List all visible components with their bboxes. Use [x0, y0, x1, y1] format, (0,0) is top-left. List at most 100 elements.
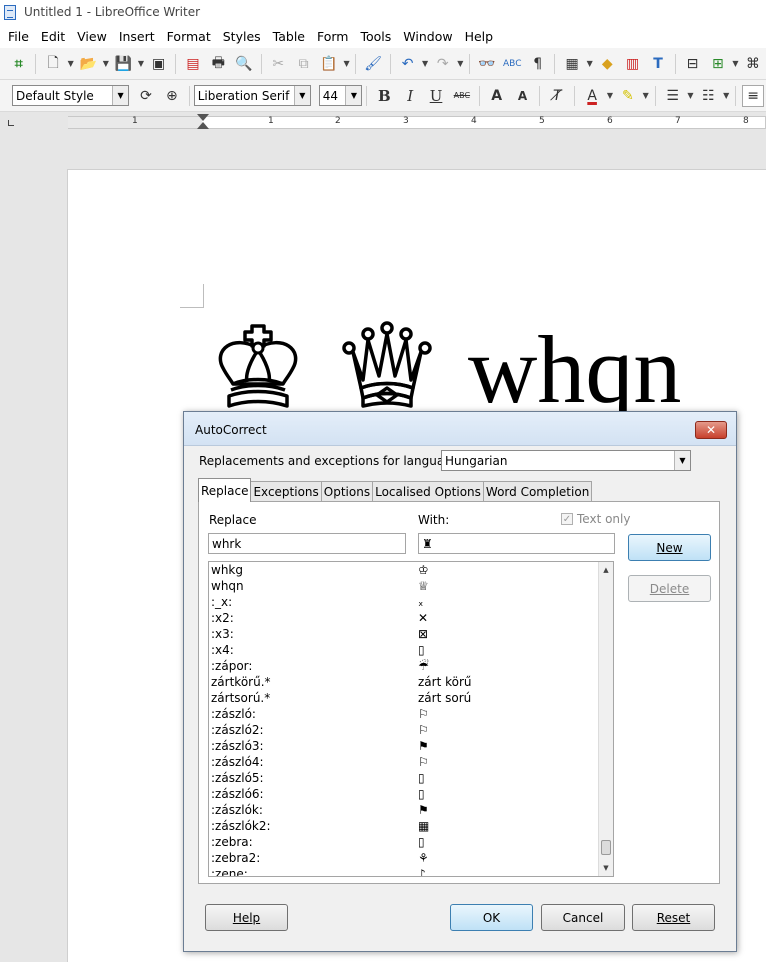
- list-item[interactable]: :x3: ⊠: [209, 626, 599, 642]
- list-item[interactable]: :zene: ♪: [209, 866, 599, 876]
- chevron-down-icon[interactable]: ▼: [345, 86, 362, 105]
- list-item[interactable]: :zászló4: ⚐: [209, 754, 599, 770]
- print-preview-icon[interactable]: 🔍: [233, 53, 254, 75]
- bold-button[interactable]: B: [373, 85, 395, 107]
- list-item[interactable]: zártkörű.* zárt körű: [209, 674, 599, 690]
- save-dropdown-icon[interactable]: ▼: [136, 53, 146, 75]
- open-folder-icon[interactable]: 📂: [78, 53, 99, 75]
- menu-file[interactable]: File: [2, 29, 35, 44]
- ok-button[interactable]: OK: [450, 904, 533, 931]
- tab-options[interactable]: Options: [320, 481, 374, 502]
- menu-help[interactable]: Help: [459, 29, 500, 44]
- save-icon[interactable]: 💾: [113, 53, 134, 75]
- menu-tools[interactable]: Tools: [354, 29, 397, 44]
- insert-field-icon[interactable]: ⊞: [707, 53, 728, 75]
- font-color-dropdown-icon[interactable]: ▼: [605, 85, 615, 107]
- export-pdf-icon[interactable]: ▤: [182, 53, 203, 75]
- spelling-icon[interactable]: ABC: [502, 53, 523, 75]
- menu-insert[interactable]: Insert: [113, 29, 161, 44]
- new-dropdown-icon[interactable]: ▼: [66, 53, 76, 75]
- tab-stop-icon[interactable]: [8, 120, 14, 126]
- list-item[interactable]: :zászló6: ▯: [209, 786, 599, 802]
- menu-view[interactable]: View: [71, 29, 113, 44]
- increase-font-icon[interactable]: A: [486, 85, 508, 107]
- list-item[interactable]: :x4: ▯: [209, 642, 599, 658]
- list-item[interactable]: whkg ♔: [209, 562, 599, 578]
- first-line-indent-marker[interactable]: [197, 114, 209, 121]
- paste-icon[interactable]: 📋: [318, 53, 339, 75]
- field-dropdown-icon[interactable]: ▼: [731, 53, 741, 75]
- template-icon[interactable]: ▣: [148, 53, 169, 75]
- scroll-up-icon[interactable]: ▲: [599, 562, 613, 578]
- font-color-icon[interactable]: A: [581, 85, 603, 107]
- list-item[interactable]: whqn ♕: [209, 578, 599, 594]
- update-style-icon[interactable]: ⟳: [135, 85, 157, 107]
- menu-table[interactable]: Table: [267, 29, 311, 44]
- cancel-button[interactable]: Cancel: [541, 904, 625, 931]
- menu-edit[interactable]: Edit: [35, 29, 71, 44]
- insert-image-icon[interactable]: ◆: [597, 53, 618, 75]
- delete-button[interactable]: Delete: [628, 575, 711, 602]
- open-dropdown-icon[interactable]: ▼: [101, 53, 111, 75]
- chevron-down-icon[interactable]: ▼: [112, 86, 129, 105]
- left-indent-marker[interactable]: [197, 122, 209, 129]
- menu-format[interactable]: Format: [161, 29, 217, 44]
- cut-icon[interactable]: ✂: [267, 53, 288, 75]
- list-item[interactable]: :x2: ✕: [209, 610, 599, 626]
- font-size-combo[interactable]: 44 ▼: [318, 85, 363, 106]
- paste-dropdown-icon[interactable]: ▼: [342, 53, 352, 75]
- print-icon[interactable]: 🖶: [208, 53, 229, 75]
- horizontal-ruler[interactable]: 1 1 2 3 4 5 6 7 8: [0, 112, 766, 132]
- language-select[interactable]: Hungarian ▼: [441, 450, 691, 471]
- clone-formatting-icon[interactable]: 🖌: [362, 53, 383, 75]
- navigator-icon[interactable]: ⌗: [8, 53, 29, 75]
- help-button[interactable]: Help: [205, 904, 288, 931]
- numbering-icon[interactable]: ☷: [697, 85, 719, 107]
- replacement-list[interactable]: whkg ♔ whqn ♕ :_x: ₓ :x2: ✕ :x3: ⊠ :x4: ▯ :záp…: [208, 561, 614, 877]
- list-item[interactable]: zártsorú.* zárt sorú: [209, 690, 599, 706]
- new-style-icon[interactable]: ⊕: [161, 85, 183, 107]
- new-button[interactable]: New: [628, 534, 711, 561]
- tab-localised-options[interactable]: Localised Options: [372, 481, 484, 502]
- chevron-down-icon[interactable]: ▼: [674, 451, 690, 470]
- new-document-icon[interactable]: 🗋: [42, 53, 63, 75]
- align-left-icon[interactable]: ≡: [742, 84, 765, 107]
- decrease-font-icon[interactable]: A: [512, 85, 534, 107]
- list-item[interactable]: :zebra2: ⚘: [209, 850, 599, 866]
- numbering-dropdown-icon[interactable]: ▼: [721, 85, 731, 107]
- undo-dropdown-icon[interactable]: ▼: [420, 53, 430, 75]
- scrollbar-thumb[interactable]: [601, 840, 611, 855]
- tab-word-completion[interactable]: Word Completion: [482, 481, 593, 502]
- menu-window[interactable]: Window: [397, 29, 458, 44]
- insert-page-break-icon[interactable]: ⊟: [682, 53, 703, 75]
- highlight-dropdown-icon[interactable]: ▼: [641, 85, 651, 107]
- menu-form[interactable]: Form: [311, 29, 355, 44]
- tab-exceptions[interactable]: Exceptions: [250, 481, 322, 502]
- redo-dropdown-icon[interactable]: ▼: [455, 53, 465, 75]
- copy-icon[interactable]: ⧉: [293, 53, 314, 75]
- insert-textbox-icon[interactable]: T: [647, 53, 668, 75]
- highlight-icon[interactable]: ✎: [617, 85, 639, 107]
- formatting-marks-icon[interactable]: ¶: [527, 53, 548, 75]
- with-input[interactable]: ♜: [418, 533, 615, 554]
- bullets-dropdown-icon[interactable]: ▼: [686, 85, 696, 107]
- undo-icon[interactable]: ↶: [397, 53, 418, 75]
- list-item[interactable]: :zászló: ⚐: [209, 706, 599, 722]
- clear-formatting-icon[interactable]: T̸: [546, 85, 568, 107]
- list-item[interactable]: :zászlók2: ▦: [209, 818, 599, 834]
- chevron-down-icon[interactable]: ▼: [293, 86, 310, 105]
- italic-button[interactable]: I: [399, 85, 421, 107]
- font-name-combo[interactable]: Liberation Serif ▼: [193, 85, 311, 106]
- insert-chart-icon[interactable]: ▥: [622, 53, 643, 75]
- list-item[interactable]: :zebra: ▯: [209, 834, 599, 850]
- tab-replace[interactable]: Replace: [198, 478, 252, 502]
- bullets-icon[interactable]: ☰: [662, 85, 684, 107]
- reset-button[interactable]: Reset: [632, 904, 715, 931]
- list-item[interactable]: :zászló2: ⚐: [209, 722, 599, 738]
- list-item[interactable]: :zászló5: ▯: [209, 770, 599, 786]
- list-scrollbar[interactable]: ▲ ▼: [598, 562, 613, 876]
- find-replace-icon[interactable]: 👓: [476, 53, 497, 75]
- list-item[interactable]: :_x: ₓ: [209, 594, 599, 610]
- text-only-checkbox[interactable]: ✓ Text only: [561, 512, 630, 526]
- replace-input[interactable]: whrk: [208, 533, 406, 554]
